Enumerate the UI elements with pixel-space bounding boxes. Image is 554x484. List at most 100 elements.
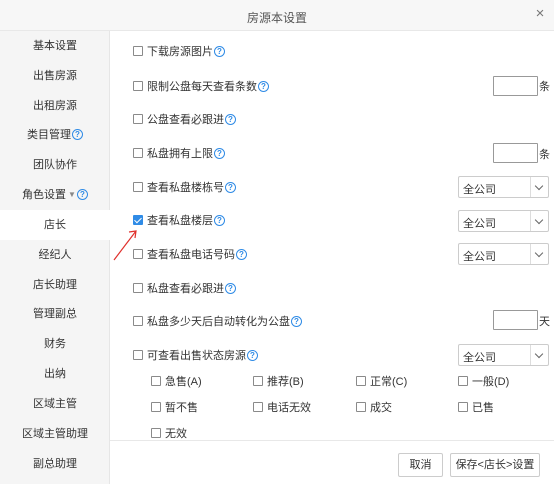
sidebar-item-team-collaboration[interactable]: 团队协作	[0, 150, 110, 180]
checkbox-checked[interactable]	[133, 215, 143, 225]
sidebar-item-basic-settings[interactable]: 基本设置	[0, 31, 110, 61]
checkbox[interactable]	[133, 46, 143, 56]
dialog-title: 房源本设置	[246, 11, 307, 25]
checkbox[interactable]	[458, 402, 468, 412]
setting-label: 查看私盘楼栋号	[147, 182, 224, 194]
help-question-icon[interactable]: ?	[72, 129, 83, 140]
help-question-icon[interactable]: ?	[225, 283, 236, 294]
phone-scope-select[interactable]: 全公司	[458, 243, 549, 265]
help-question-icon[interactable]: ?	[76, 189, 88, 200]
status-option-deal[interactable]: 成交	[356, 401, 392, 415]
status-label: 成交	[370, 402, 392, 414]
sidebar-item-assistant-manager[interactable]: 店长助理	[0, 270, 110, 300]
checkbox[interactable]	[133, 81, 143, 91]
chevron-down-icon[interactable]	[530, 345, 548, 365]
help-question-icon[interactable]: ?	[214, 215, 225, 226]
help-question-icon[interactable]: ?	[225, 182, 236, 193]
sidebar-item-label: 店长助理	[33, 279, 77, 291]
status-option-invalid-phone[interactable]: 电话无效	[253, 401, 311, 415]
setting-view-private-floor[interactable]: 查看私盘楼层?	[133, 214, 225, 228]
checkbox[interactable]	[458, 376, 468, 386]
setting-view-sale-status[interactable]: 可查看出售状态房源?	[133, 349, 258, 363]
public-views-limit-input[interactable]	[493, 76, 538, 96]
sidebar-item-label: 管理副总	[33, 308, 77, 320]
checkbox[interactable]	[151, 428, 161, 438]
help-question-icon[interactable]: ?	[291, 316, 302, 327]
checkbox[interactable]	[253, 402, 263, 412]
status-option-general[interactable]: 一般(D)	[458, 375, 509, 389]
setting-limit-public-views[interactable]: 限制公盘每天查看条数?	[133, 80, 269, 94]
sidebar-item-area-supervisor-assistant[interactable]: 区域主管助理	[0, 419, 110, 449]
setting-public-view-followup[interactable]: 公盘查看必跟进?	[133, 113, 236, 127]
setting-view-private-building-no[interactable]: 查看私盘楼栋号?	[133, 181, 236, 195]
help-question-icon[interactable]: ?	[214, 46, 225, 57]
help-question-icon[interactable]: ?	[247, 350, 258, 361]
sidebar-item-store-manager[interactable]: 店长	[0, 210, 110, 240]
sidebar-item-label: 角色设置	[22, 189, 67, 201]
setting-label: 限制公盘每天查看条数	[147, 81, 257, 93]
checkbox[interactable]	[253, 376, 263, 386]
setting-private-view-followup[interactable]: 私盘查看必跟进?	[133, 282, 236, 296]
status-option-void[interactable]: 无效	[151, 427, 187, 441]
private-limit-input[interactable]	[493, 143, 538, 163]
checkbox[interactable]	[133, 283, 143, 293]
save-settings-button[interactable]: 保存<店长>设置	[450, 453, 540, 477]
status-option-sold[interactable]: 已售	[458, 401, 494, 415]
setting-auto-convert-days[interactable]: 私盘多少天后自动转化为公盘?	[133, 315, 302, 329]
select-value: 全公司	[463, 218, 496, 230]
select-value: 全公司	[463, 184, 496, 196]
select-value: 全公司	[463, 352, 496, 364]
close-icon[interactable]: ×	[533, 6, 547, 22]
checkbox[interactable]	[151, 376, 161, 386]
setting-label: 私盘查看必跟进	[147, 283, 224, 295]
chevron-down-icon[interactable]	[530, 244, 548, 264]
annotation-arrow-icon	[113, 230, 137, 261]
setting-label: 私盘多少天后自动转化为公盘	[147, 316, 290, 328]
sidebar-item-agent[interactable]: 经纪人	[0, 240, 110, 270]
setting-label: 查看私盘电话号码	[147, 249, 235, 261]
sidebar-item-role-settings[interactable]: 角色设置 ▼?	[0, 180, 110, 210]
checkbox[interactable]	[356, 402, 366, 412]
checkbox[interactable]	[133, 114, 143, 124]
sidebar-item-deputy-gm[interactable]: 管理副总	[0, 299, 110, 329]
sidebar-item-category-management[interactable]: 类目管理?	[0, 120, 110, 150]
sidebar-item-finance[interactable]: 财务	[0, 329, 110, 359]
status-option-urgent[interactable]: 急售(A)	[151, 375, 202, 389]
help-question-icon[interactable]: ?	[258, 81, 269, 92]
setting-download-images[interactable]: 下载房源图片?	[133, 45, 225, 59]
status-label: 推荐(B)	[267, 376, 304, 388]
setting-label: 私盘拥有上限	[147, 148, 213, 160]
status-label: 电话无效	[267, 402, 311, 414]
sidebar-item-cashier[interactable]: 出纳	[0, 359, 110, 389]
setting-label: 公盘查看必跟进	[147, 114, 224, 126]
sidebar-item-label: 店长	[44, 219, 66, 231]
checkbox[interactable]	[133, 148, 143, 158]
chevron-down-icon[interactable]	[530, 211, 548, 231]
status-option-normal[interactable]: 正常(C)	[356, 375, 407, 389]
sidebar-item-rent-listings[interactable]: 出租房源	[0, 91, 110, 121]
help-question-icon[interactable]: ?	[214, 148, 225, 159]
checkbox[interactable]	[133, 316, 143, 326]
chevron-down-icon[interactable]	[530, 177, 548, 197]
setting-private-limit[interactable]: 私盘拥有上限?	[133, 147, 225, 161]
sidebar-item-area-supervisor[interactable]: 区域主管	[0, 389, 110, 419]
help-question-icon[interactable]: ?	[236, 249, 247, 260]
status-option-recommended[interactable]: 推荐(B)	[253, 375, 304, 389]
auto-convert-days-input[interactable]	[493, 310, 538, 330]
floor-scope-select[interactable]: 全公司	[458, 210, 549, 232]
help-question-icon[interactable]: ?	[225, 114, 236, 125]
building-no-scope-select[interactable]: 全公司	[458, 176, 549, 198]
checkbox[interactable]	[133, 182, 143, 192]
sidebar-item-sale-listings[interactable]: 出售房源	[0, 61, 110, 91]
sidebar-item-label: 副总助理	[33, 458, 77, 470]
checkbox[interactable]	[133, 350, 143, 360]
sale-status-scope-select[interactable]: 全公司	[458, 344, 549, 366]
sidebar-item-label: 出售房源	[33, 70, 77, 82]
checkbox[interactable]	[151, 402, 161, 412]
status-label: 正常(C)	[370, 376, 408, 388]
sidebar-item-deputy-assistant[interactable]: 副总助理	[0, 449, 110, 479]
status-option-suspended[interactable]: 暂不售	[151, 401, 198, 415]
checkbox[interactable]	[356, 376, 366, 386]
setting-view-private-phone[interactable]: 查看私盘电话号码?	[133, 248, 247, 262]
cancel-button[interactable]: 取消	[398, 453, 443, 477]
